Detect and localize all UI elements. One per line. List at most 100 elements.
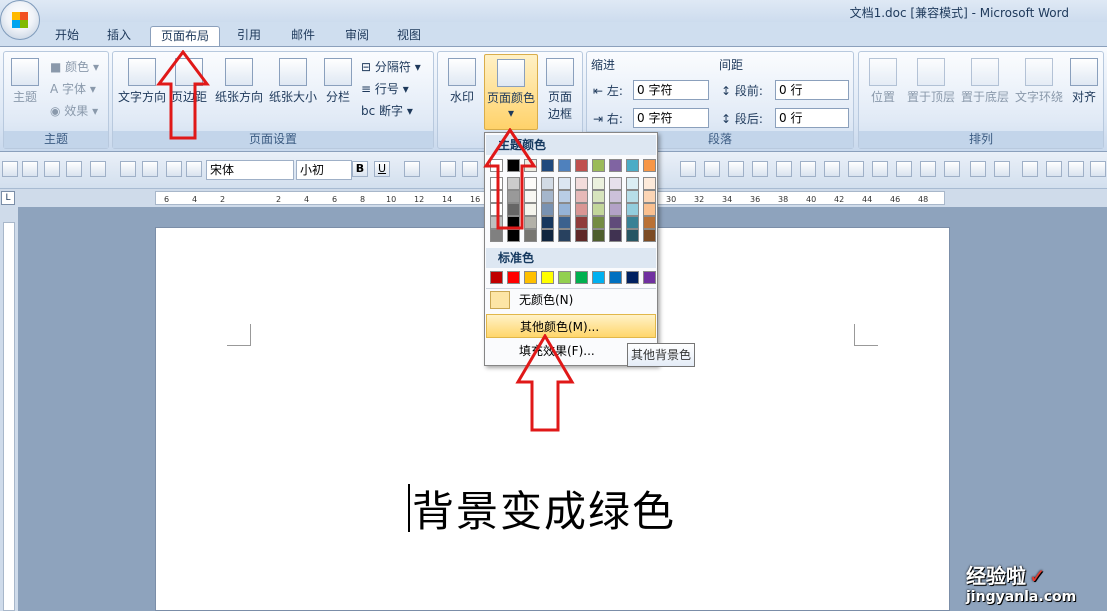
theme-color-shade[interactable] <box>592 177 605 190</box>
indent-right-input[interactable]: 0 字符 <box>633 108 709 128</box>
borders-icon[interactable] <box>728 161 744 177</box>
theme-color-shade[interactable] <box>558 203 571 216</box>
theme-color-shade[interactable] <box>541 203 554 216</box>
save-as-icon[interactable] <box>22 161 38 177</box>
theme-color-shade[interactable] <box>558 229 571 242</box>
theme-color-shade[interactable] <box>575 190 588 203</box>
theme-color-shade[interactable] <box>592 229 605 242</box>
standard-color-swatch[interactable] <box>643 271 656 284</box>
document-text[interactable]: 背景变成绿色 <box>408 478 676 539</box>
cell-icon[interactable] <box>848 161 864 177</box>
tab-page-layout[interactable]: 页面布局 <box>150 26 220 47</box>
spacing-after-input[interactable]: 0 行 <box>775 108 849 128</box>
page-borders-button[interactable]: 页面 边框 <box>542 58 578 122</box>
hyphenation-button[interactable]: bc 断字 ▾ <box>361 102 413 119</box>
font-size-select[interactable]: 小初 <box>296 160 352 180</box>
tab-insert[interactable]: 插入 <box>100 26 138 46</box>
columns-button[interactable]: 分栏 <box>321 58 355 105</box>
vertical-ruler[interactable] <box>0 207 18 611</box>
merge-icon[interactable] <box>800 161 816 177</box>
theme-color-shade[interactable] <box>541 190 554 203</box>
send-back-button[interactable]: 置于底层 <box>959 58 1011 105</box>
redo-icon[interactable] <box>120 161 136 177</box>
standard-color-swatch[interactable] <box>507 271 520 284</box>
tab-home[interactable]: 开始 <box>48 26 86 46</box>
theme-color-shade[interactable] <box>575 229 588 242</box>
tab-view[interactable]: 视图 <box>390 26 428 46</box>
paragraph-icon[interactable] <box>462 161 478 177</box>
fill-icon[interactable] <box>944 161 960 177</box>
watermark-button[interactable]: 水印 <box>442 58 482 105</box>
theme-color-shade[interactable] <box>626 177 639 190</box>
spacing-before-input[interactable]: 0 行 <box>775 80 849 100</box>
orientation-button[interactable]: 纸张方向 <box>213 58 265 105</box>
theme-color-shade[interactable] <box>609 203 622 216</box>
theme-color-swatch[interactable] <box>592 159 605 172</box>
text-wrap-button[interactable]: 文字环绕 <box>1013 58 1065 105</box>
theme-color-shade[interactable] <box>575 216 588 229</box>
chart-icon[interactable] <box>1022 161 1038 177</box>
indent-left-input[interactable]: 0 字符 <box>633 80 709 100</box>
theme-color-shade[interactable] <box>592 190 605 203</box>
tab-references[interactable]: 引用 <box>230 26 268 46</box>
standard-color-swatch[interactable] <box>558 271 571 284</box>
standard-color-swatch[interactable] <box>541 271 554 284</box>
highlight-icon[interactable] <box>404 161 420 177</box>
save-icon[interactable] <box>2 161 18 177</box>
theme-color-shade[interactable] <box>541 177 554 190</box>
format-painter-icon[interactable] <box>166 161 182 177</box>
theme-color-shade[interactable] <box>626 203 639 216</box>
theme-color-shade[interactable] <box>643 190 656 203</box>
theme-color-shade[interactable] <box>609 216 622 229</box>
more-icon[interactable] <box>1090 161 1106 177</box>
breaks-button[interactable]: ⊟ 分隔符 ▾ <box>361 58 421 75</box>
standard-color-swatch[interactable] <box>575 271 588 284</box>
font-icon[interactable] <box>186 161 202 177</box>
standard-color-swatch[interactable] <box>490 271 503 284</box>
theme-color-shade[interactable] <box>643 229 656 242</box>
theme-color-shade[interactable] <box>558 216 571 229</box>
theme-color-swatch[interactable] <box>643 159 656 172</box>
table-icon[interactable] <box>680 161 696 177</box>
frame-icon[interactable] <box>1046 161 1062 177</box>
tab-mailings[interactable]: 邮件 <box>284 26 322 46</box>
bold-button[interactable]: B <box>352 161 368 177</box>
tab-review[interactable]: 审阅 <box>338 26 376 46</box>
theme-color-shade[interactable] <box>541 216 554 229</box>
grid-icon[interactable] <box>752 161 768 177</box>
theme-color-swatch[interactable] <box>609 159 622 172</box>
theme-color-shade[interactable] <box>643 216 656 229</box>
theme-color-swatch[interactable] <box>626 159 639 172</box>
grid2-icon[interactable] <box>776 161 792 177</box>
text-box-icon[interactable] <box>872 161 888 177</box>
theme-color-shade[interactable] <box>575 203 588 216</box>
theme-color-shade[interactable] <box>626 229 639 242</box>
theme-color-shade[interactable] <box>609 229 622 242</box>
theme-color-shade[interactable] <box>643 177 656 190</box>
page-color-button[interactable]: 页面颜色 ▾ <box>484 54 538 130</box>
line-numbers-button[interactable]: ≡ 行号 ▾ <box>361 80 409 97</box>
theme-color-shade[interactable] <box>575 177 588 190</box>
clip-art-icon[interactable] <box>994 161 1010 177</box>
theme-color-shade[interactable] <box>558 177 571 190</box>
theme-color-shade[interactable] <box>592 203 605 216</box>
underline-button[interactable]: U <box>374 161 390 177</box>
standard-color-swatch[interactable] <box>609 271 622 284</box>
draw-icon[interactable] <box>920 161 936 177</box>
char-spacing-icon[interactable] <box>440 161 456 177</box>
theme-color-shade[interactable] <box>609 190 622 203</box>
shape-icon[interactable] <box>896 161 912 177</box>
standard-color-swatch[interactable] <box>592 271 605 284</box>
theme-color-shade[interactable] <box>626 190 639 203</box>
font-name-select[interactable]: 宋体 <box>206 160 294 180</box>
theme-color-swatch[interactable] <box>575 159 588 172</box>
standard-color-swatch[interactable] <box>626 271 639 284</box>
bring-front-button[interactable]: 置于顶层 <box>905 58 957 105</box>
theme-color-swatch[interactable] <box>558 159 571 172</box>
paste-icon[interactable] <box>142 161 158 177</box>
standard-color-swatch[interactable] <box>524 271 537 284</box>
theme-color-shade[interactable] <box>541 229 554 242</box>
size-button[interactable]: 纸张大小 <box>267 58 319 105</box>
office-button[interactable] <box>0 0 40 40</box>
theme-color-shade[interactable] <box>643 203 656 216</box>
